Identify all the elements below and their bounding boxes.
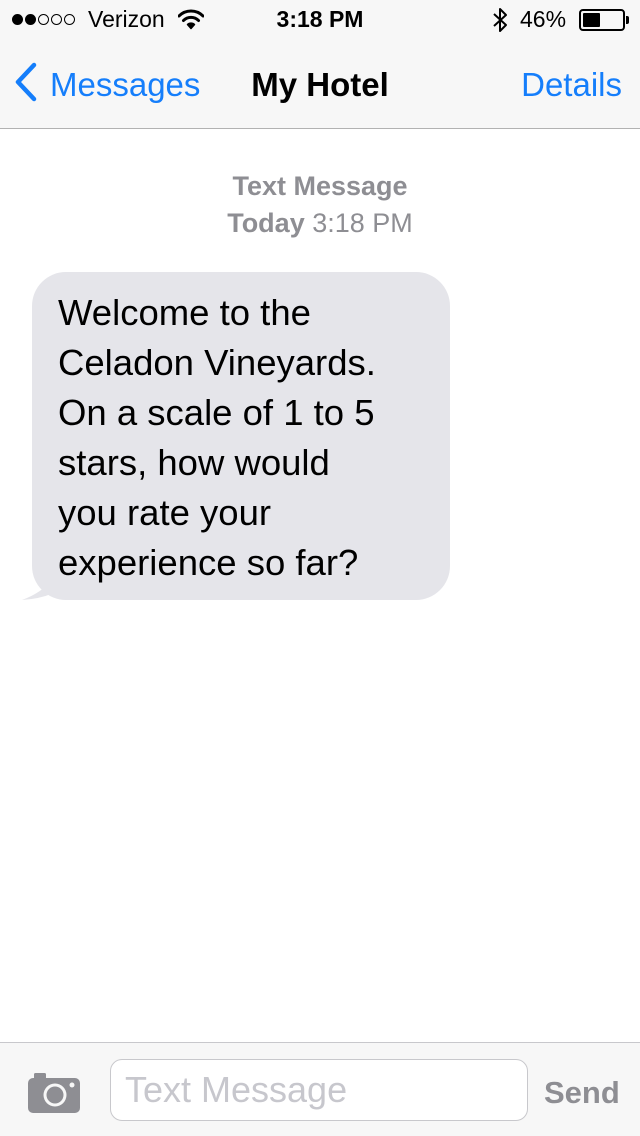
message-line: Celadon Vineyards. xyxy=(58,342,376,383)
timestamp-time: 3:18 PM xyxy=(312,208,413,238)
battery-icon xyxy=(579,9,625,31)
bluetooth-icon xyxy=(492,7,508,38)
message-timestamp: Today 3:18 PM xyxy=(0,208,640,239)
camera-icon[interactable] xyxy=(28,1073,80,1118)
message-line: On a scale of 1 to 5 xyxy=(58,392,375,433)
navigation-bar: Messages My Hotel Details xyxy=(0,40,640,129)
status-bar: Verizon 3:18 PM 46% xyxy=(0,0,640,40)
send-button[interactable]: Send xyxy=(544,1075,620,1111)
battery-tip xyxy=(626,16,629,24)
message-service-label: Text Message xyxy=(232,171,408,201)
incoming-message[interactable]: Welcome to the Celadon Vineyards. On a s… xyxy=(22,272,452,600)
message-text-field[interactable] xyxy=(110,1059,528,1121)
message-bubble: Welcome to the Celadon Vineyards. On a s… xyxy=(32,272,450,600)
timestamp-day: Today xyxy=(227,208,305,238)
message-line: stars, how would xyxy=(58,442,330,483)
battery-fill xyxy=(583,13,600,27)
top-bar: Verizon 3:18 PM 46% Messages My Hotel De… xyxy=(0,0,640,129)
details-button[interactable]: Details xyxy=(521,66,622,104)
message-line: experience so far? xyxy=(58,542,359,583)
message-input-bar: Send xyxy=(0,1042,640,1136)
message-line: you rate your xyxy=(58,492,272,533)
battery-percentage: 46% xyxy=(520,6,567,32)
message-line: Welcome to the xyxy=(58,292,311,333)
messages-screen: Verizon 3:18 PM 46% Messages My Hotel De… xyxy=(0,0,640,1136)
